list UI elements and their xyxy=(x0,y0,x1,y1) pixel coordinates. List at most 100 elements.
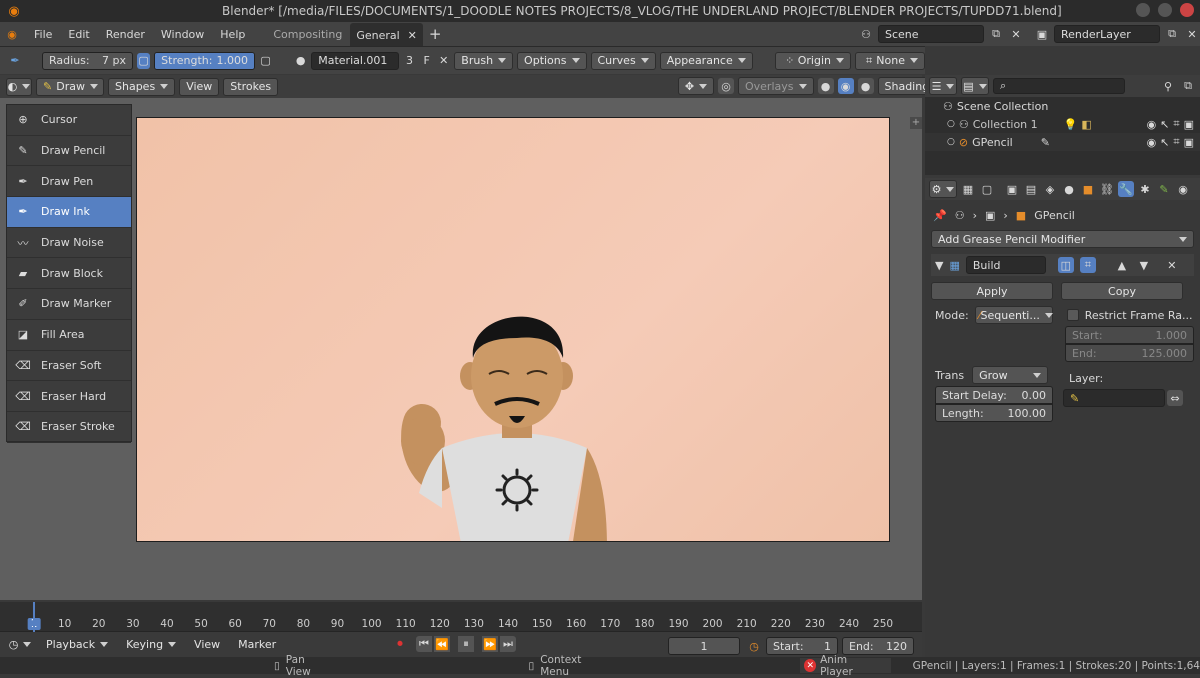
mode-dropdown[interactable]: ✎ Draw xyxy=(36,77,104,96)
material-field[interactable]: Material.001 xyxy=(311,51,399,70)
jump-end-icon[interactable]: ⏭ xyxy=(500,636,516,652)
tool-eraser-soft[interactable]: ⌫ Eraser Soft xyxy=(7,351,131,382)
pivot-dropdown[interactable]: ⁘ Origin xyxy=(774,51,851,70)
material-shading-icon[interactable]: ◉ xyxy=(837,78,854,94)
snap-dropdown[interactable]: ⌗ None xyxy=(855,51,925,70)
anim-player-indicator[interactable]: ✕ Anim Player xyxy=(800,654,891,678)
timeline-view-menu[interactable]: View xyxy=(188,635,226,653)
unlink-material-icon[interactable]: ✕ xyxy=(437,53,450,69)
restrict-checkbox[interactable] xyxy=(1066,309,1079,321)
visibility-eye-icon[interactable]: ◉ xyxy=(1147,118,1157,131)
collapse-panel-icon[interactable]: ▼ xyxy=(935,259,943,272)
curves-dropdown[interactable]: Curves xyxy=(590,51,656,70)
current-frame-field[interactable]: 1 xyxy=(668,637,740,655)
ink-pen-tool-icon[interactable]: ✒ xyxy=(6,50,24,72)
menu-file[interactable]: File xyxy=(26,28,60,41)
add-modifier-dropdown[interactable]: Add Grease Pencil Modifier xyxy=(931,230,1194,248)
move-up-icon[interactable]: ▲ xyxy=(1114,257,1130,273)
marker-menu[interactable]: Marker xyxy=(232,635,282,653)
overlays-dropdown[interactable]: Overlays xyxy=(738,77,814,95)
collection-1-label[interactable]: Collection 1 xyxy=(973,118,1038,131)
add-workspace-icon[interactable]: + xyxy=(429,25,442,43)
menu-window[interactable]: Window xyxy=(153,28,212,41)
close-icon[interactable] xyxy=(1180,3,1194,17)
length-field[interactable]: Length: 100.00 xyxy=(935,404,1053,422)
playback-menu[interactable]: Playback xyxy=(40,635,114,653)
gpencil-label[interactable]: GPencil xyxy=(972,136,1013,149)
outliner-editor-type[interactable]: ☰ xyxy=(929,77,957,95)
blender-menu-icon[interactable]: ◉ xyxy=(4,26,20,42)
timeline[interactable]: 1102030405060708090100110120130140150160… xyxy=(0,602,922,657)
keying-menu[interactable]: Keying xyxy=(120,635,182,653)
material-sphere-icon[interactable]: ● xyxy=(294,53,307,69)
scene-collection-label[interactable]: Scene Collection xyxy=(957,100,1048,113)
constraints-tab-icon[interactable]: ⛓ xyxy=(1099,181,1115,197)
renderlayer-icon[interactable]: ▣ xyxy=(1034,26,1050,42)
end-field[interactable]: End: 125.000 xyxy=(1065,344,1194,362)
remove-modifier-icon[interactable]: ✕ xyxy=(1164,257,1180,273)
tool-draw-block[interactable]: ▰ Draw Block xyxy=(7,258,131,290)
tool-draw-noise[interactable]: 〰 Draw Noise xyxy=(7,228,131,259)
close-tab-icon[interactable]: ✕ xyxy=(408,29,417,42)
filter-icon[interactable]: ⚲ xyxy=(1160,78,1176,94)
solid-shading-icon[interactable]: ● xyxy=(817,78,834,94)
properties-editor-type[interactable]: ⚙ xyxy=(929,180,957,198)
viewport-disable-icon[interactable]: ⌗ xyxy=(1173,135,1179,149)
record-icon[interactable]: ⏺ xyxy=(392,636,408,652)
viewport-disable-icon[interactable]: ⌗ xyxy=(1173,117,1179,131)
tool-eraser-stroke[interactable]: ⌫ Eraser Stroke xyxy=(7,412,131,443)
start-field[interactable]: Start: 1.000 xyxy=(1065,326,1194,344)
drawing-canvas[interactable] xyxy=(136,117,890,542)
move-down-icon[interactable]: ▼ xyxy=(1136,257,1152,273)
tool-tab-icon[interactable]: ▦ xyxy=(960,181,976,197)
tool-draw-pencil[interactable]: ✎ Draw Pencil xyxy=(7,136,131,167)
menu-help[interactable]: Help xyxy=(212,28,253,41)
viewport-sidebar-toggle-icon[interactable]: + xyxy=(910,117,922,129)
add-renderlayer-icon[interactable]: ⧉ xyxy=(1164,26,1180,42)
modifier-name-field[interactable]: Build xyxy=(965,256,1046,274)
apply-button[interactable]: Apply xyxy=(931,282,1053,300)
material-tab-icon[interactable]: ◉ xyxy=(1175,181,1191,197)
outliner-new-icon[interactable]: ⧉ xyxy=(1180,78,1196,94)
add-scene-icon[interactable]: ⧉ xyxy=(988,26,1004,42)
object-tab-icon[interactable]: ■ xyxy=(1080,181,1096,197)
menu-edit[interactable]: Edit xyxy=(60,28,97,41)
visibility-eye-icon[interactable]: ◉ xyxy=(1147,136,1157,149)
timeline-editor-type[interactable]: ◷ xyxy=(6,635,34,653)
tool-eraser-hard[interactable]: ⌫ Eraser Hard xyxy=(7,381,131,412)
frame-ruler[interactable]: 1102030405060708090100110120130140150160… xyxy=(0,602,922,632)
view-menu[interactable]: View xyxy=(179,77,220,96)
start-frame-field[interactable]: Start: 1 xyxy=(766,637,838,655)
options-dropdown[interactable]: Options xyxy=(517,51,587,70)
effects-tab-icon[interactable]: ✱ xyxy=(1137,181,1153,197)
display-mode-dropdown[interactable]: ▤ xyxy=(961,77,989,95)
show-in-editmode-icon[interactable]: ◫ xyxy=(1057,257,1074,273)
select-arrow-icon[interactable]: ↖ xyxy=(1160,136,1169,149)
start-delay-field[interactable]: Start Delay: 0.00 xyxy=(935,386,1053,404)
play-icon[interactable]: ⏸ xyxy=(458,636,474,652)
render-disable-icon[interactable]: ▣ xyxy=(1184,136,1194,149)
appearance-dropdown[interactable]: Appearance xyxy=(659,51,753,70)
mode-dropdown[interactable]: ⁄ Sequenti... xyxy=(974,306,1053,324)
radius-field[interactable]: Radius: 7 px xyxy=(42,51,134,70)
minimize-icon[interactable] xyxy=(1136,3,1150,17)
select-arrow-icon[interactable]: ↖ xyxy=(1160,118,1169,131)
expand-icon[interactable]: ○ xyxy=(947,119,955,129)
overlay-toggle-icon[interactable]: ◎ xyxy=(718,78,734,94)
pressure-radius-icon[interactable]: ▢ xyxy=(137,52,151,69)
render-tab-icon[interactable]: ▢ xyxy=(979,181,995,197)
layer-field[interactable]: ✎ xyxy=(1063,389,1165,407)
invert-layer-icon[interactable]: ⇔ xyxy=(1167,390,1183,406)
jump-start-icon[interactable]: ⏮ xyxy=(416,636,432,652)
tool-draw-marker[interactable]: ✐ Draw Marker xyxy=(7,289,131,320)
transition-dropdown[interactable]: Grow xyxy=(972,366,1049,384)
rendered-shading-icon[interactable]: ● xyxy=(857,78,874,94)
strength-field[interactable]: Strength: 1.000 xyxy=(154,51,256,70)
remove-scene-icon[interactable]: ✕ xyxy=(1008,26,1024,42)
world-tab-icon[interactable]: ● xyxy=(1061,181,1077,197)
tab-compositing[interactable]: Compositing xyxy=(265,24,350,45)
modifier-tab-icon[interactable]: 🔧 xyxy=(1118,181,1134,197)
preview-range-icon[interactable]: ◷ xyxy=(746,638,762,654)
shapes-menu[interactable]: Shapes xyxy=(108,77,176,96)
brush-dropdown[interactable]: Brush xyxy=(454,51,514,70)
